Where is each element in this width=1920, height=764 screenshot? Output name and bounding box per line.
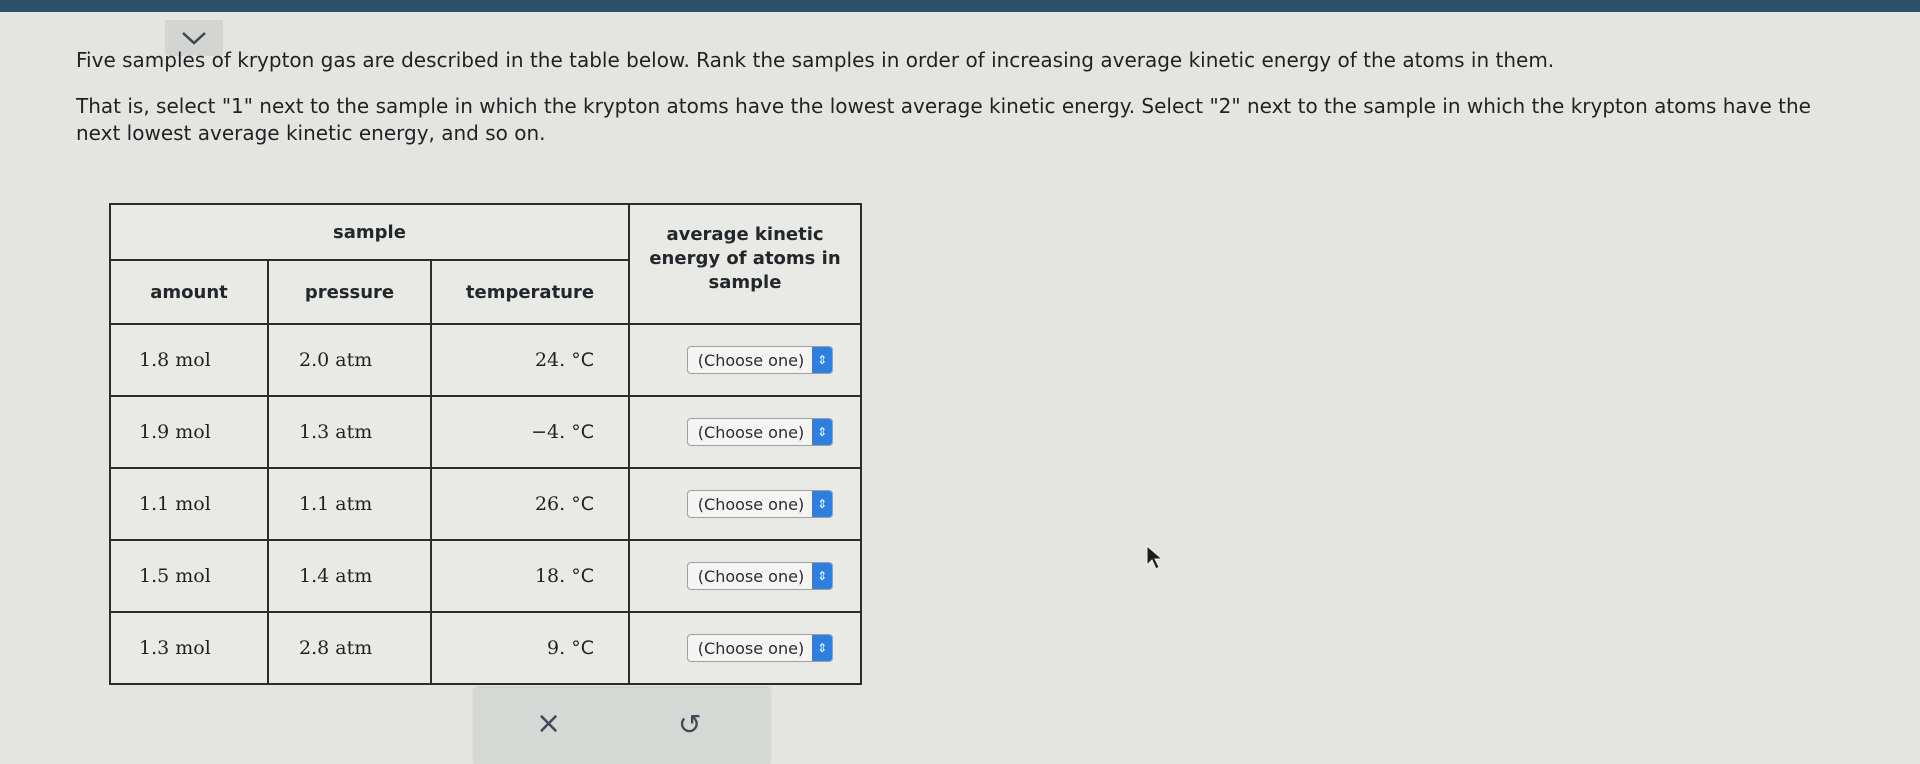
pressure-cell: 1.3 atm — [267, 395, 432, 469]
temperature-cell: 9. °C — [430, 611, 630, 685]
rank-select[interactable]: (Choose one) ⇕ — [686, 562, 834, 590]
rank-select-value: (Choose one) — [697, 494, 805, 514]
rank-cell: (Choose one) ⇕ — [628, 395, 862, 469]
amount-header: amount — [109, 259, 269, 325]
select-arrow-icon: ⇕ — [812, 635, 833, 661]
temperature-unit: °C — [571, 493, 594, 515]
rank-cell: (Choose one) ⇕ — [628, 467, 862, 541]
temperature-header: temperature — [430, 259, 630, 325]
question-intro: Five samples of krypton gas are describe… — [76, 48, 1555, 72]
temperature-unit: °C — [571, 349, 594, 371]
rank-cell: (Choose one) ⇕ — [628, 611, 862, 685]
pressure-cell: 2.0 atm — [267, 323, 432, 397]
rank-cell: (Choose one) ⇕ — [628, 323, 862, 397]
table-row: 1.3 mol 2.8 atm 9. °C (Choose one) ⇕ — [109, 611, 862, 685]
rank-select[interactable]: (Choose one) ⇕ — [686, 634, 834, 662]
temperature-cell: 18. °C — [430, 539, 630, 613]
select-arrow-icon: ⇕ — [812, 419, 833, 445]
samples-table: sample average kinetic energy of atoms i… — [109, 203, 862, 685]
temperature-value: 24. — [534, 349, 566, 371]
temperature-value: 26. — [534, 493, 566, 515]
undo-button[interactable]: ↺ — [678, 708, 701, 741]
pressure-cell: 1.1 atm — [267, 467, 432, 541]
rank-select-value: (Choose one) — [697, 638, 805, 658]
table-row: 1.9 mol 1.3 atm −4. °C (Choose one) ⇕ — [109, 395, 862, 469]
rank-select[interactable]: (Choose one) ⇕ — [686, 346, 834, 374]
temperature-cell: −4. °C — [430, 395, 630, 469]
rank-select[interactable]: (Choose one) ⇕ — [686, 490, 834, 518]
temperature-unit: °C — [571, 565, 594, 587]
sample-group-header: sample — [109, 203, 630, 261]
amount-cell: 1.5 mol — [109, 539, 269, 613]
temperature-unit: °C — [571, 637, 594, 659]
question-content: Five samples of krypton gas are describe… — [0, 0, 1920, 764]
ke-column-header: average kinetic energy of atoms in sampl… — [628, 203, 862, 325]
rank-select-value: (Choose one) — [697, 566, 805, 586]
temperature-value: −4. — [531, 421, 566, 443]
select-arrow-icon: ⇕ — [812, 491, 833, 517]
table-row: 1.8 mol 2.0 atm 24. °C (Choose one) ⇕ — [109, 323, 862, 397]
answer-action-bar: × ↺ — [474, 688, 770, 764]
rank-select-value: (Choose one) — [697, 422, 805, 442]
pressure-cell: 2.8 atm — [267, 611, 432, 685]
temperature-cell: 26. °C — [430, 467, 630, 541]
rank-select-value: (Choose one) — [697, 350, 805, 370]
temperature-cell: 24. °C — [430, 323, 630, 397]
table-row: 1.5 mol 1.4 atm 18. °C (Choose one) ⇕ — [109, 539, 862, 613]
temperature-value: 18. — [534, 565, 566, 587]
amount-cell: 1.3 mol — [109, 611, 269, 685]
pressure-cell: 1.4 atm — [267, 539, 432, 613]
amount-cell: 1.8 mol — [109, 323, 269, 397]
question-instruction: That is, select "1" next to the sample i… — [76, 94, 1811, 145]
rank-select[interactable]: (Choose one) ⇕ — [686, 418, 834, 446]
table-row: 1.1 mol 1.1 atm 26. °C (Choose one) ⇕ — [109, 467, 862, 541]
temperature-unit: °C — [571, 421, 594, 443]
clear-button[interactable]: × — [536, 706, 561, 741]
select-arrow-icon: ⇕ — [812, 563, 833, 589]
amount-cell: 1.1 mol — [109, 467, 269, 541]
temperature-value: 9. — [547, 637, 566, 659]
pressure-header: pressure — [267, 259, 432, 325]
select-arrow-icon: ⇕ — [812, 347, 833, 373]
rank-cell: (Choose one) ⇕ — [628, 539, 862, 613]
amount-cell: 1.9 mol — [109, 395, 269, 469]
mouse-cursor-icon — [1146, 545, 1164, 570]
